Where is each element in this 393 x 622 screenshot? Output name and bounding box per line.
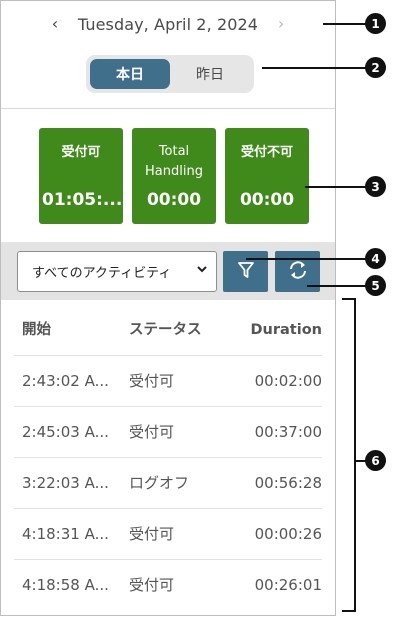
tile-available: 受付可 01:05:... [39, 128, 123, 224]
date-navigator: ‹ Tuesday, April 2, 2024 › [1, 1, 335, 47]
tile-value: 01:05:... [42, 190, 123, 210]
chevron-right-icon[interactable]: › [270, 16, 292, 32]
table-row[interactable]: 2:43:02 A... 受付可 00:02:00 [14, 356, 322, 407]
duration: 00:00:26 [254, 525, 322, 543]
refresh-icon [287, 260, 309, 284]
tile-label: 受付不可 [240, 145, 293, 160]
tile-unavailable: 受付不可 00:00 [225, 128, 309, 224]
table-row[interactable]: 3:22:03 A... ログオフ 00:56:28 [14, 458, 322, 509]
tile-label: 受付可 [61, 145, 101, 160]
start-time: 2:43:02 A... [22, 372, 109, 390]
callout-line [246, 258, 368, 260]
filter-toolbar: すべてのアクティビティ [1, 242, 335, 300]
current-date: Tuesday, April 2, 2024 [77, 14, 259, 34]
callout-marker: 4 [365, 248, 386, 269]
callout-marker: 3 [365, 176, 386, 197]
start-time: 2:45:03 A... [22, 423, 109, 441]
day-toggle: 本日 昨日 [86, 55, 254, 93]
chevron-down-icon [196, 263, 208, 278]
start-time: 3:22:03 A... [22, 474, 109, 492]
column-header: 開始 [22, 322, 51, 338]
duration: 00:02:00 [254, 372, 322, 390]
activity-select-value: すべてのアクティビティ [32, 266, 172, 281]
callout-marker: 5 [365, 275, 386, 296]
yesterday-button[interactable]: 昨日 [170, 59, 250, 89]
callout-line [262, 67, 368, 69]
table-row[interactable]: 4:18:31 A... 受付可 00:00:26 [14, 509, 322, 560]
callout-bracket [342, 298, 356, 612]
table-header: 開始 ステータス Duration [14, 305, 322, 356]
activity-panel: ‹ Tuesday, April 2, 2024 › 本日 昨日 受付可 01:… [0, 0, 336, 616]
activity-table: 開始 ステータス Duration 2:43:02 A... 受付可 00:02… [1, 305, 335, 611]
callout-line [307, 285, 368, 287]
start-time: 4:18:58 A... [22, 576, 109, 594]
callout-marker: 6 [365, 450, 386, 471]
tile-value: 00:00 [146, 190, 202, 210]
tile-value: 00:00 [239, 190, 295, 210]
tile-total-handling: Total Handling 00:00 [132, 128, 216, 224]
callout-line [323, 23, 369, 25]
callout-marker: 1 [365, 13, 386, 34]
status-tiles: 受付可 01:05:... Total Handling 00:00 受付不可 … [39, 128, 309, 224]
column-header: Duration [250, 322, 322, 338]
duration: 00:26:01 [254, 576, 322, 594]
callout-marker: 2 [365, 57, 386, 78]
today-button[interactable]: 本日 [90, 59, 170, 89]
duration: 00:56:28 [254, 474, 322, 492]
start-time: 4:18:31 A... [22, 525, 109, 543]
chevron-left-icon[interactable]: ‹ [44, 16, 66, 32]
table-row[interactable]: 4:18:58 A... 受付可 00:26:01 [14, 560, 322, 611]
callout-line [305, 186, 368, 188]
tile-label: Total Handling [145, 144, 203, 179]
divider [1, 108, 335, 109]
filter-icon [237, 261, 254, 283]
table-row[interactable]: 2:45:03 A... 受付可 00:37:00 [14, 407, 322, 458]
duration: 00:37:00 [254, 423, 322, 441]
activity-select[interactable]: すべてのアクティビティ [17, 251, 217, 292]
